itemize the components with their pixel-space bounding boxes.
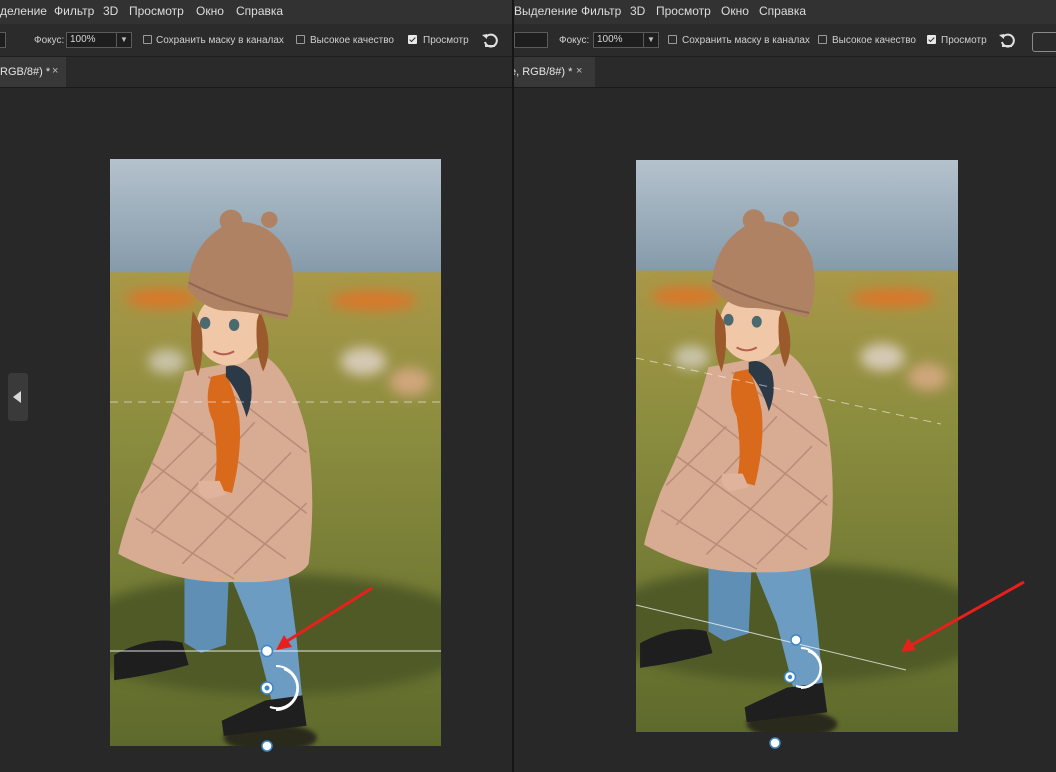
document-tab-title: RGB/8#) * (0, 66, 51, 78)
menu-item-window[interactable]: Окно (721, 4, 749, 18)
tool-options-bar: Фокус: 100% ▼ Сохранить маску в каналах … (514, 24, 1056, 57)
menu-item-help[interactable]: Справка (759, 4, 806, 18)
menu-item-help[interactable]: Справка (236, 4, 283, 18)
tool-options-bar: Фокус: 100% ▼ Сохранить маску в каналах … (0, 24, 512, 57)
document-canvas[interactable] (514, 88, 1056, 772)
rotate-ccw-icon[interactable] (998, 31, 1016, 49)
blur-line-handle (769, 737, 781, 749)
focus-dropdown[interactable]: 100% ▼ (66, 32, 132, 48)
menu-item-view[interactable]: Просмотр (129, 4, 184, 18)
menu-item-select[interactable]: Выделение (514, 4, 578, 18)
focus-dropdown[interactable]: 100% ▼ (593, 32, 659, 48)
document-tab[interactable]: RGB/8#) * × (0, 57, 66, 87)
focus-value: 100% (70, 34, 96, 45)
blur-amount-field[interactable] (514, 32, 548, 48)
document-canvas[interactable] (0, 88, 512, 772)
document-tab-bar: e, RGB/8#) * × (514, 57, 1056, 88)
menu-item-filter[interactable]: Фильтр (54, 4, 94, 18)
blur-amount-field[interactable] (0, 32, 6, 48)
right-photoshop-window: Выделение Фильтр 3D Просмотр Окно Справк… (514, 0, 1056, 772)
preview-checkbox[interactable] (408, 35, 417, 44)
preview-label: Просмотр (941, 35, 987, 46)
child-photo (110, 159, 441, 746)
focus-label: Фокус: (34, 35, 65, 46)
preview-checkbox[interactable] (927, 35, 936, 44)
menu-item-select[interactable]: деление (0, 4, 47, 18)
photo-layer[interactable] (635, 160, 1025, 749)
chevron-down-icon: ▼ (643, 33, 658, 47)
menu-item-filter[interactable]: Фильтр (581, 4, 621, 18)
close-icon[interactable]: × (576, 65, 582, 77)
high-quality-label: Высокое качество (832, 35, 916, 46)
document-tab-bar: RGB/8#) * × (0, 57, 512, 88)
focus-label: Фокус: (559, 35, 590, 46)
close-icon[interactable]: × (52, 65, 58, 77)
high-quality-checkbox[interactable] (296, 35, 305, 44)
photo-layer[interactable] (110, 159, 441, 752)
menu-item-window[interactable]: Окно (196, 4, 224, 18)
preview-label: Просмотр (423, 35, 469, 46)
document-tab-title: e, RGB/8#) * (514, 66, 573, 78)
high-quality-label: Высокое качество (310, 35, 394, 46)
save-mask-checkbox[interactable] (143, 35, 152, 44)
left-photoshop-window: деление Фильтр 3D Просмотр Окно Справка … (0, 0, 512, 772)
menu-item-3d[interactable]: 3D (103, 4, 118, 18)
chevron-down-icon: ▼ (116, 33, 131, 47)
cancel-button[interactable] (1032, 32, 1056, 52)
menu-item-3d[interactable]: 3D (630, 4, 645, 18)
document-tab[interactable]: e, RGB/8#) * × (514, 57, 595, 87)
focus-value: 100% (597, 34, 623, 45)
menu-bar: деление Фильтр 3D Просмотр Окно Справка (0, 0, 512, 24)
save-mask-checkbox[interactable] (668, 35, 677, 44)
rotate-ccw-icon[interactable] (481, 31, 499, 49)
menu-bar: Выделение Фильтр 3D Просмотр Окно Справк… (514, 0, 1056, 24)
triangle-left-icon[interactable] (8, 373, 28, 421)
high-quality-checkbox[interactable] (818, 35, 827, 44)
save-mask-label: Сохранить маску в каналах (156, 35, 284, 46)
menu-item-view[interactable]: Просмотр (656, 4, 711, 18)
save-mask-label: Сохранить маску в каналах (682, 35, 810, 46)
child-photo (636, 160, 958, 732)
